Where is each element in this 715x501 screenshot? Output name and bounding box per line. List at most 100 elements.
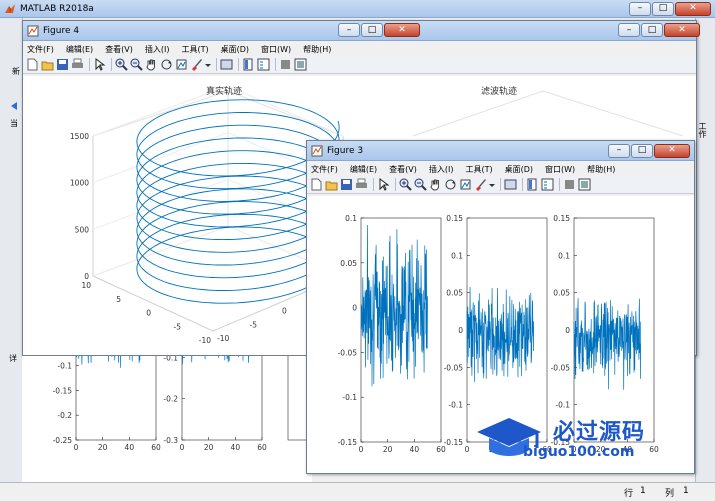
subplot-3-ytick-label: 0.05 xyxy=(553,289,570,298)
figure4-minimize-button[interactable]: – xyxy=(338,23,360,37)
pointer-icon[interactable] xyxy=(93,58,106,71)
subplot-1-ytick-label: -0.15 xyxy=(338,438,358,447)
data-cursor-icon[interactable] xyxy=(459,178,472,191)
toolbar-separator xyxy=(500,178,501,191)
bg-subplot-2-ytick-label: -0.2 xyxy=(163,395,178,404)
open-file-icon[interactable] xyxy=(41,58,54,71)
hide-plot-tools-icon[interactable] xyxy=(563,178,576,191)
right-axes-top-edges xyxy=(412,90,684,137)
subplot-1-ytick-label: -0.1 xyxy=(342,393,357,402)
bg-subplot-1-ytick-label: -0.15 xyxy=(53,386,73,395)
brush-dropdown-icon[interactable] xyxy=(489,178,495,191)
menu-help[interactable]: 帮助(H) xyxy=(303,44,331,55)
show-plot-tools-icon[interactable] xyxy=(578,178,591,191)
data-cursor-icon[interactable] xyxy=(175,58,188,71)
menu-file[interactable]: 文件(F) xyxy=(311,164,338,175)
figure3-titlebar[interactable]: Figure 3 – □ ✕ xyxy=(307,141,694,161)
figure3-maximize-button[interactable]: □ xyxy=(631,143,653,158)
pan-hand-icon[interactable] xyxy=(145,58,158,71)
bg-subplot-2-ytick-label: -0.3 xyxy=(163,436,178,445)
menu-window[interactable]: 窗口(W) xyxy=(545,164,575,175)
new-figure-icon[interactable] xyxy=(310,178,323,191)
z-tick-label: 1500 xyxy=(70,132,89,141)
toolbar-separator xyxy=(89,58,90,71)
bg-subplot-2-ytick-label: -0.1 xyxy=(163,356,178,362)
figure4-maximize-button-b[interactable]: □ xyxy=(641,23,663,37)
menu-view[interactable]: 查看(V) xyxy=(105,44,133,55)
bg-subplot-2-xtick-label: 0 xyxy=(180,443,185,452)
subplot-1-xtick-label: 40 xyxy=(410,445,420,454)
menu-insert[interactable]: 插入(I) xyxy=(145,44,170,55)
pan-hand-icon[interactable] xyxy=(429,178,442,191)
bg-subplot-1-ytick-label: -0.2 xyxy=(57,411,72,420)
zoom-out-icon[interactable] xyxy=(130,58,143,71)
main-close-button[interactable]: ✕ xyxy=(675,1,711,16)
show-plot-tools-icon[interactable] xyxy=(294,58,307,71)
print-icon[interactable] xyxy=(355,178,368,191)
plot-title-true-trajectory: 真实轨迹 xyxy=(206,87,243,97)
open-file-icon[interactable] xyxy=(325,178,338,191)
zoom-in-icon[interactable] xyxy=(399,178,412,191)
subplot-1-ytick-label: 0.1 xyxy=(345,214,357,223)
print-icon[interactable] xyxy=(71,58,84,71)
main-minimize-button[interactable]: – xyxy=(629,1,651,16)
toolbar-separator xyxy=(216,58,217,71)
watermark: 必过源码 biguo100.com xyxy=(475,412,685,468)
menu-edit[interactable]: 编辑(E) xyxy=(350,164,377,175)
subplot-1-xtick-label: 20 xyxy=(383,445,393,454)
insert-colorbar-icon[interactable] xyxy=(526,178,539,191)
figure4-toolbar xyxy=(23,56,696,74)
menu-desktop[interactable]: 桌面(D) xyxy=(221,44,249,55)
subplot-2-ytick-label: 0.15 xyxy=(446,214,463,223)
rotate-3d-icon[interactable] xyxy=(160,58,173,71)
figure3-title: Figure 3 xyxy=(327,145,364,156)
figure4-maximize-button[interactable]: □ xyxy=(361,23,383,37)
menu-tools[interactable]: 工具(T) xyxy=(465,164,492,175)
menu-view[interactable]: 查看(V) xyxy=(389,164,417,175)
figure-icon xyxy=(311,145,323,157)
insert-colorbar-icon[interactable] xyxy=(242,58,255,71)
link-plot-icon[interactable] xyxy=(504,178,517,191)
insert-legend-icon[interactable] xyxy=(541,178,554,191)
figure4-titlebar[interactable]: Figure 4 – □ ✕ – □ ✕ xyxy=(23,21,700,41)
link-plot-icon[interactable] xyxy=(220,58,233,71)
bg-subplot-2-xtick-label: 20 xyxy=(204,443,214,452)
hide-plot-tools-icon[interactable] xyxy=(279,58,292,71)
menu-file[interactable]: 文件(F) xyxy=(27,44,54,55)
subplot-2-xtick-label: 0 xyxy=(465,445,470,454)
menu-window[interactable]: 窗口(W) xyxy=(261,44,291,55)
save-icon[interactable] xyxy=(340,178,353,191)
brush-icon[interactable] xyxy=(190,58,203,71)
bg-subplot-1-ytick-label: -0.25 xyxy=(53,436,73,445)
menu-edit[interactable]: 编辑(E) xyxy=(66,44,93,55)
brush-icon[interactable] xyxy=(474,178,487,191)
figure3-minimize-button[interactable]: – xyxy=(608,143,630,158)
pointer-icon[interactable] xyxy=(377,178,390,191)
new-figure-icon[interactable] xyxy=(26,58,39,71)
menu-tools[interactable]: 工具(T) xyxy=(181,44,208,55)
save-icon[interactable] xyxy=(56,58,69,71)
bg-subplot-1-xtick-label: 40 xyxy=(125,443,135,452)
subplot-3-ytick-label: -0.1 xyxy=(555,401,570,410)
subplot-3-ytick-label: 0 xyxy=(565,326,570,335)
bg-subplot-1-xtick-label: 20 xyxy=(98,443,108,452)
menu-help[interactable]: 帮助(H) xyxy=(587,164,615,175)
x-tick-label: 10 xyxy=(81,281,91,290)
main-maximize-button[interactable]: □ xyxy=(652,1,674,16)
insert-legend-icon[interactable] xyxy=(257,58,270,71)
background-subplots-svg: -0.1-0.15-0.2-0.250 20 40 60-0.1-0.2-0.30 20… xyxy=(53,314,319,452)
rotate-3d-icon[interactable] xyxy=(444,178,457,191)
figure3-close-button[interactable]: ✕ xyxy=(654,143,690,158)
menu-insert[interactable]: 插入(I) xyxy=(429,164,454,175)
brush-dropdown-icon[interactable] xyxy=(205,58,211,71)
figure4-close-button-b[interactable]: ✕ xyxy=(664,23,700,37)
left-back-arrow-icon[interactable] xyxy=(8,100,20,112)
figure4-minimize-button-b[interactable]: – xyxy=(618,23,640,37)
z-tick-label: 0 xyxy=(84,272,89,281)
subplot-1-xtick-label: 0 xyxy=(359,445,364,454)
menu-desktop[interactable]: 桌面(D) xyxy=(505,164,533,175)
left-pane-label-1: 新 xyxy=(12,67,20,76)
zoom-in-icon[interactable] xyxy=(115,58,128,71)
zoom-out-icon[interactable] xyxy=(414,178,427,191)
figure4-close-button[interactable]: ✕ xyxy=(384,23,420,37)
